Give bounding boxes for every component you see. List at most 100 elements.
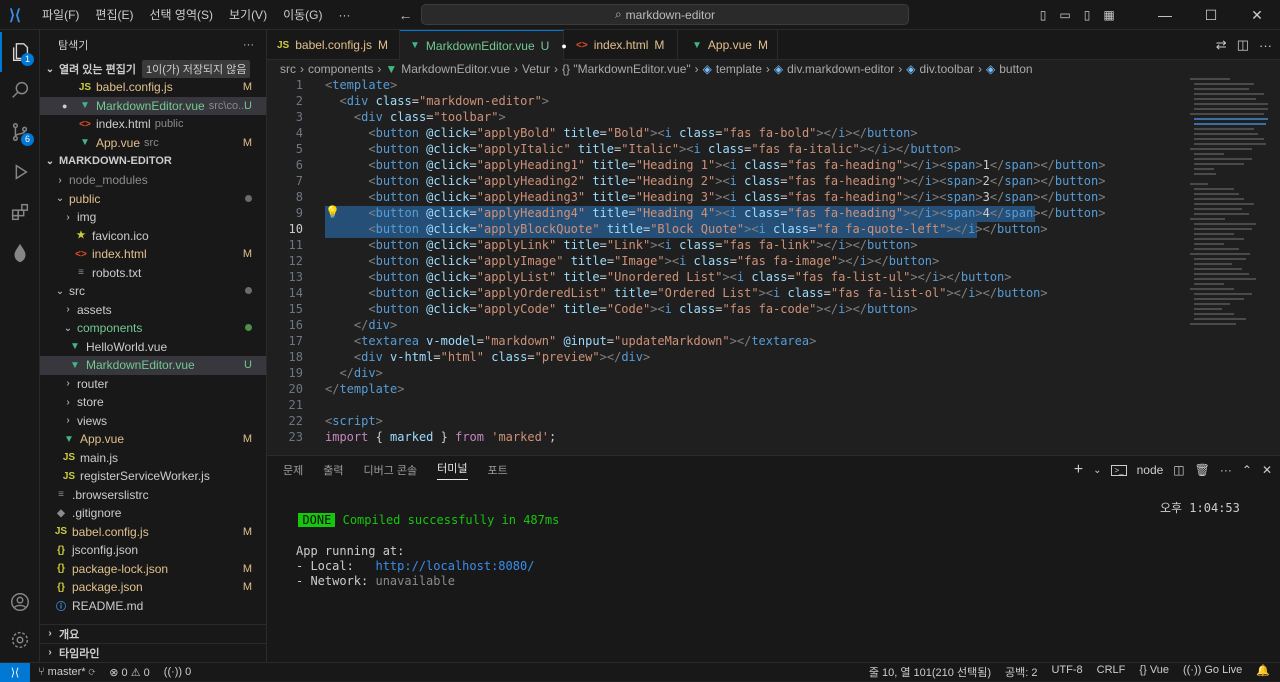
layout-icon[interactable]: ▦ <box>1098 8 1120 22</box>
breadcrumb-item[interactable]: src <box>280 62 296 76</box>
menu-selection[interactable]: 선택 영역(S) <box>141 0 221 30</box>
run-debug-icon[interactable] <box>0 152 40 192</box>
tab-babel-config[interactable]: JS babel.config.js M <box>267 30 400 60</box>
settings-gear-icon[interactable] <box>0 620 40 660</box>
toggle-sidebar-icon[interactable]: ▯ <box>1032 8 1054 22</box>
terminal-shell-name[interactable]: node <box>1137 463 1164 477</box>
close-window-icon[interactable]: ✕ <box>1234 7 1280 24</box>
tree-file[interactable]: ⓘ README.md <box>40 597 266 616</box>
encoding[interactable]: UTF-8 <box>1051 664 1082 680</box>
breadcrumb-item[interactable]: {} "MarkdownEditor.vue" <box>562 62 691 76</box>
open-editor-item[interactable]: ▼ App.vue src M <box>40 134 266 153</box>
breadcrumb-item[interactable]: button <box>999 62 1032 76</box>
tree-file-selected[interactable]: ▼ MarkdownEditor.vue U <box>40 356 266 375</box>
breadcrumb-item[interactable]: div.toolbar <box>920 62 974 76</box>
split-terminal-icon[interactable]: ◫ <box>1173 463 1184 477</box>
explorer-icon[interactable]: 1 <box>0 32 40 72</box>
trash-icon[interactable]: 🗑 <box>1195 463 1210 477</box>
tree-folder[interactable]: › img <box>40 208 266 227</box>
tree-file[interactable]: JS babel.config.js M <box>40 523 266 542</box>
split-editor-icon[interactable]: ◫ <box>1237 37 1249 53</box>
tree-file[interactable]: <> index.html M <box>40 245 266 264</box>
tree-folder[interactable]: › store <box>40 393 266 412</box>
menu-view[interactable]: 보기(V) <box>221 0 275 30</box>
end-of-line[interactable]: CRLF <box>1097 664 1126 680</box>
more-actions-icon[interactable]: ··· <box>1259 38 1272 53</box>
breadcrumb-item[interactable]: div.markdown-editor <box>787 62 894 76</box>
menu-edit[interactable]: 편집(E) <box>87 0 141 30</box>
timeline-section[interactable]: › 타임라인 <box>40 643 266 662</box>
panel-tab-output[interactable]: 출력 <box>323 462 343 478</box>
menu-file[interactable]: 파일(F) <box>34 0 87 30</box>
branch-status[interactable]: ⑂ master* ⟳ <box>38 666 95 679</box>
open-editor-item-active[interactable]: ● ▼ MarkdownEditor.vue src\co... U <box>40 96 266 115</box>
tree-file[interactable]: ★ favicon.ico <box>40 227 266 246</box>
panel-tab-ports[interactable]: 포트 <box>488 462 508 478</box>
panel-tab-problems[interactable]: 문제 <box>283 462 303 478</box>
tab-index-html[interactable]: <> index.html M <box>564 30 678 60</box>
indentation[interactable]: 공백: 2 <box>1005 664 1037 680</box>
mongodb-leaf-icon[interactable] <box>0 234 40 274</box>
tree-file[interactable]: ≡ .browserslistrc <box>40 486 266 505</box>
maximize-icon[interactable]: ☐ <box>1188 7 1234 24</box>
tree-file[interactable]: JS main.js <box>40 449 266 468</box>
search-view-icon[interactable] <box>0 70 40 110</box>
tree-folder[interactable]: ⌄ src <box>40 282 266 301</box>
toggle-panel-icon[interactable]: ▭ <box>1054 8 1076 22</box>
explorer-more-button[interactable]: ··· <box>243 39 254 51</box>
compare-changes-icon[interactable]: ⇄ <box>1216 37 1227 53</box>
tree-file[interactable]: ◆ .gitignore <box>40 504 266 523</box>
toggle-secondary-sidebar-icon[interactable]: ▯ <box>1076 8 1098 22</box>
project-section[interactable]: ⌄ MARKDOWN-EDITOR <box>40 152 266 171</box>
local-url-link[interactable]: http://localhost:8080/ <box>375 559 534 573</box>
minimize-icon[interactable]: — <box>1142 7 1188 23</box>
tree-folder[interactable]: ⌄ components <box>40 319 266 338</box>
tree-folder[interactable]: › views <box>40 412 266 431</box>
tree-file[interactable]: JS registerServiceWorker.js <box>40 467 266 486</box>
remote-indicator-icon[interactable]: ⟩⟨ <box>0 662 30 682</box>
close-panel-icon[interactable]: ✕ <box>1262 463 1272 477</box>
new-terminal-plus-icon[interactable]: + <box>1074 461 1083 479</box>
chevron-down-icon[interactable]: ⌄ <box>1093 465 1101 476</box>
menu-more[interactable]: ··· <box>330 0 358 30</box>
tab-app-vue[interactable]: ▼ App.vue M <box>678 30 778 60</box>
account-icon[interactable] <box>0 582 40 622</box>
notifications-bell-icon[interactable]: 🔔 <box>1256 664 1270 680</box>
breadcrumb-item[interactable]: MarkdownEditor.vue <box>401 62 510 76</box>
back-arrow-icon[interactable]: ← <box>398 7 412 23</box>
breadcrumb-item[interactable]: template <box>716 62 762 76</box>
tree-file[interactable]: {} jsconfig.json <box>40 541 266 560</box>
tree-file[interactable]: ▼ App.vue M <box>40 430 266 449</box>
tree-folder[interactable]: › node_modules <box>40 171 266 190</box>
panel-tab-debug-console[interactable]: 디버그 콘솔 <box>364 462 418 478</box>
breadcrumb-item[interactable]: components <box>308 62 373 76</box>
menu-go[interactable]: 이동(G) <box>275 0 330 30</box>
vue-file-icon: ▼ <box>64 433 74 445</box>
tree-folder[interactable]: ⌄ public <box>40 190 266 209</box>
more-actions-icon[interactable]: ··· <box>1220 463 1232 477</box>
problems-status[interactable]: ⊗ 0 ⚠ 0 <box>109 666 150 679</box>
extensions-icon[interactable] <box>0 192 40 232</box>
tree-folder[interactable]: › router <box>40 375 266 394</box>
go-live-button[interactable]: ((·)) Go Live <box>1183 664 1242 680</box>
panel-tab-terminal[interactable]: 터미널 <box>437 460 468 480</box>
open-editor-item[interactable]: <> index.html public <box>40 115 266 134</box>
maximize-panel-icon[interactable]: ⌃ <box>1242 463 1252 477</box>
tree-file[interactable]: ▼ HelloWorld.vue <box>40 338 266 357</box>
minimap[interactable] <box>1188 78 1268 455</box>
open-editors-section[interactable]: ⌄ 열려 있는 편집기 1이(가) 저장되지 않음 <box>40 60 266 79</box>
cursor-position[interactable]: 줄 10, 열 101(210 선택됨) <box>869 664 991 680</box>
tree-folder[interactable]: › assets <box>40 301 266 320</box>
ports-status[interactable]: ((·)) 0 <box>164 666 192 679</box>
tree-file[interactable]: ≡ robots.txt <box>40 264 266 283</box>
breadcrumb-item[interactable]: Vetur <box>522 62 550 76</box>
outline-section[interactable]: › 개요 <box>40 624 266 643</box>
code-editor[interactable]: 💡 1 2 3 4 5 6 7 8 9 10 11 12 13 14 15 16… <box>267 78 1280 455</box>
source-control-icon[interactable]: 6 <box>0 112 40 152</box>
tab-markdown-editor[interactable]: ▼ MarkdownEditor.vue U ● <box>400 30 567 60</box>
language-mode[interactable]: {} Vue <box>1139 664 1169 680</box>
tree-file[interactable]: {} package-lock.json M <box>40 560 266 579</box>
tree-file[interactable]: {} package.json M <box>40 578 266 597</box>
open-editor-item[interactable]: JS babel.config.js M <box>40 78 266 97</box>
command-center-search[interactable]: ⌕ markdown-editor <box>421 4 909 25</box>
